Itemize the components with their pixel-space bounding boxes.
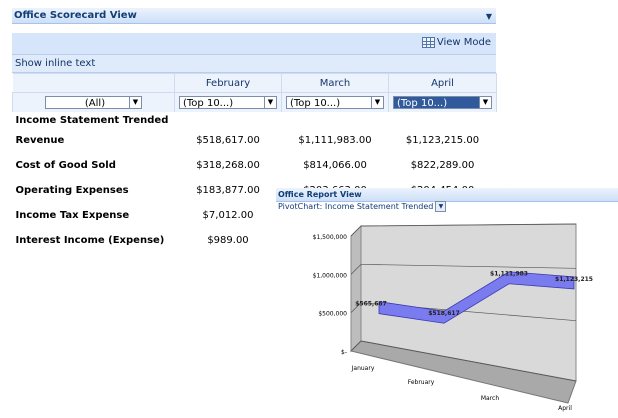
column-filter-value: (Top 10...) (290, 98, 341, 109)
row-label[interactable]: Income Tax Expense (13, 203, 175, 228)
row-filter-value: (All) (84, 98, 106, 109)
x-tick-label: January (351, 365, 375, 372)
chart-side-wall (350, 224, 362, 353)
cell-value: $1,111,983.00 (298, 135, 372, 146)
y-tick-label: $1,500,000 (313, 234, 348, 241)
section-label[interactable]: Income Statement Trended (13, 112, 175, 128)
y-tick-label: $- (341, 349, 347, 356)
header-corner (12, 73, 175, 93)
column-header: February (174, 73, 282, 93)
table-row: Cost of Good Sold $318,268.00 $814,066.0… (13, 153, 497, 178)
x-tick-label: April (558, 405, 572, 412)
x-tick-label: February (408, 379, 435, 386)
column-filter-value: (Top 10...) (397, 98, 448, 109)
data-label: $518,617 (428, 310, 460, 317)
dropdown-arrow-icon: ▼ (371, 97, 383, 108)
column-header: March (281, 73, 389, 93)
scorecard-title: Office Scorecard View (14, 10, 137, 21)
column-filter-dropdown[interactable]: (Top 10...) ▼ (286, 96, 384, 109)
row-filter-dropdown[interactable]: (All) ▼ (45, 96, 142, 109)
dropdown-arrow-icon: ▼ (264, 97, 276, 108)
column-filter-dropdown[interactable]: (Top 10...) ▼ (393, 96, 492, 109)
cell-value: $518,617.00 (196, 135, 260, 146)
row-label[interactable]: Operating Expenses (13, 178, 175, 203)
column-filter-dropdown[interactable]: (Top 10...) ▼ (179, 96, 277, 109)
report-view-webpart: Office Report View PivotChart: Income St… (276, 188, 618, 418)
scorecard-toolbar: View Mode (12, 33, 496, 55)
data-label: $1,111,983 (490, 271, 528, 278)
column-header: April (388, 73, 497, 93)
x-tick-label: March (481, 395, 499, 402)
pivot-chart: $1,500,000 $1,000,000 $500,000 $- $565,667 $5… (313, 223, 593, 412)
column-filter-value: (Top 10...) (183, 98, 234, 109)
cell-value: $318,268.00 (196, 160, 260, 171)
filter-row: (All) ▼ (Top 10...) ▼ (Top 10...) ▼ (Top 10… (12, 92, 497, 112)
dropdown-arrow-icon: ▼ (129, 97, 141, 108)
table-row: Revenue $518,617.00 $1,111,983.00 $1,123… (13, 128, 497, 153)
data-label: $565,667 (355, 301, 387, 308)
dropdown-arrow-icon: ▼ (479, 97, 491, 108)
y-tick-label: $500,000 (318, 311, 347, 318)
grid-icon (421, 37, 435, 48)
view-mode-label: View Mode (436, 37, 491, 48)
webpart-menu-arrow-icon[interactable]: ▼ (484, 9, 492, 24)
inline-text-label: Show inline text (15, 58, 96, 69)
y-tick-label: $1,000,000 (313, 272, 348, 279)
row-label[interactable]: Cost of Good Sold (13, 153, 175, 178)
column-header-row: February March April (12, 73, 497, 93)
row-label[interactable]: Revenue (13, 128, 175, 153)
scorecard-title-bar: Office Scorecard View ▼ (12, 8, 496, 24)
cell-value: $7,012.00 (202, 210, 254, 221)
cell-value: $1,123,215.00 (405, 135, 480, 146)
view-mode-button[interactable]: View Mode (421, 37, 491, 48)
cell-value: $822,289.00 (410, 160, 475, 171)
row-label[interactable]: Interest Income (Expense) (13, 228, 175, 253)
section-row: Income Statement Trended (13, 112, 497, 128)
cell-value: $989.00 (207, 235, 249, 246)
cell-value: $814,066.00 (303, 160, 367, 171)
data-label: $1,123,215 (555, 276, 593, 283)
cell-value: $183,877.00 (196, 185, 260, 196)
show-inline-text-link[interactable]: Show inline text (12, 55, 496, 73)
